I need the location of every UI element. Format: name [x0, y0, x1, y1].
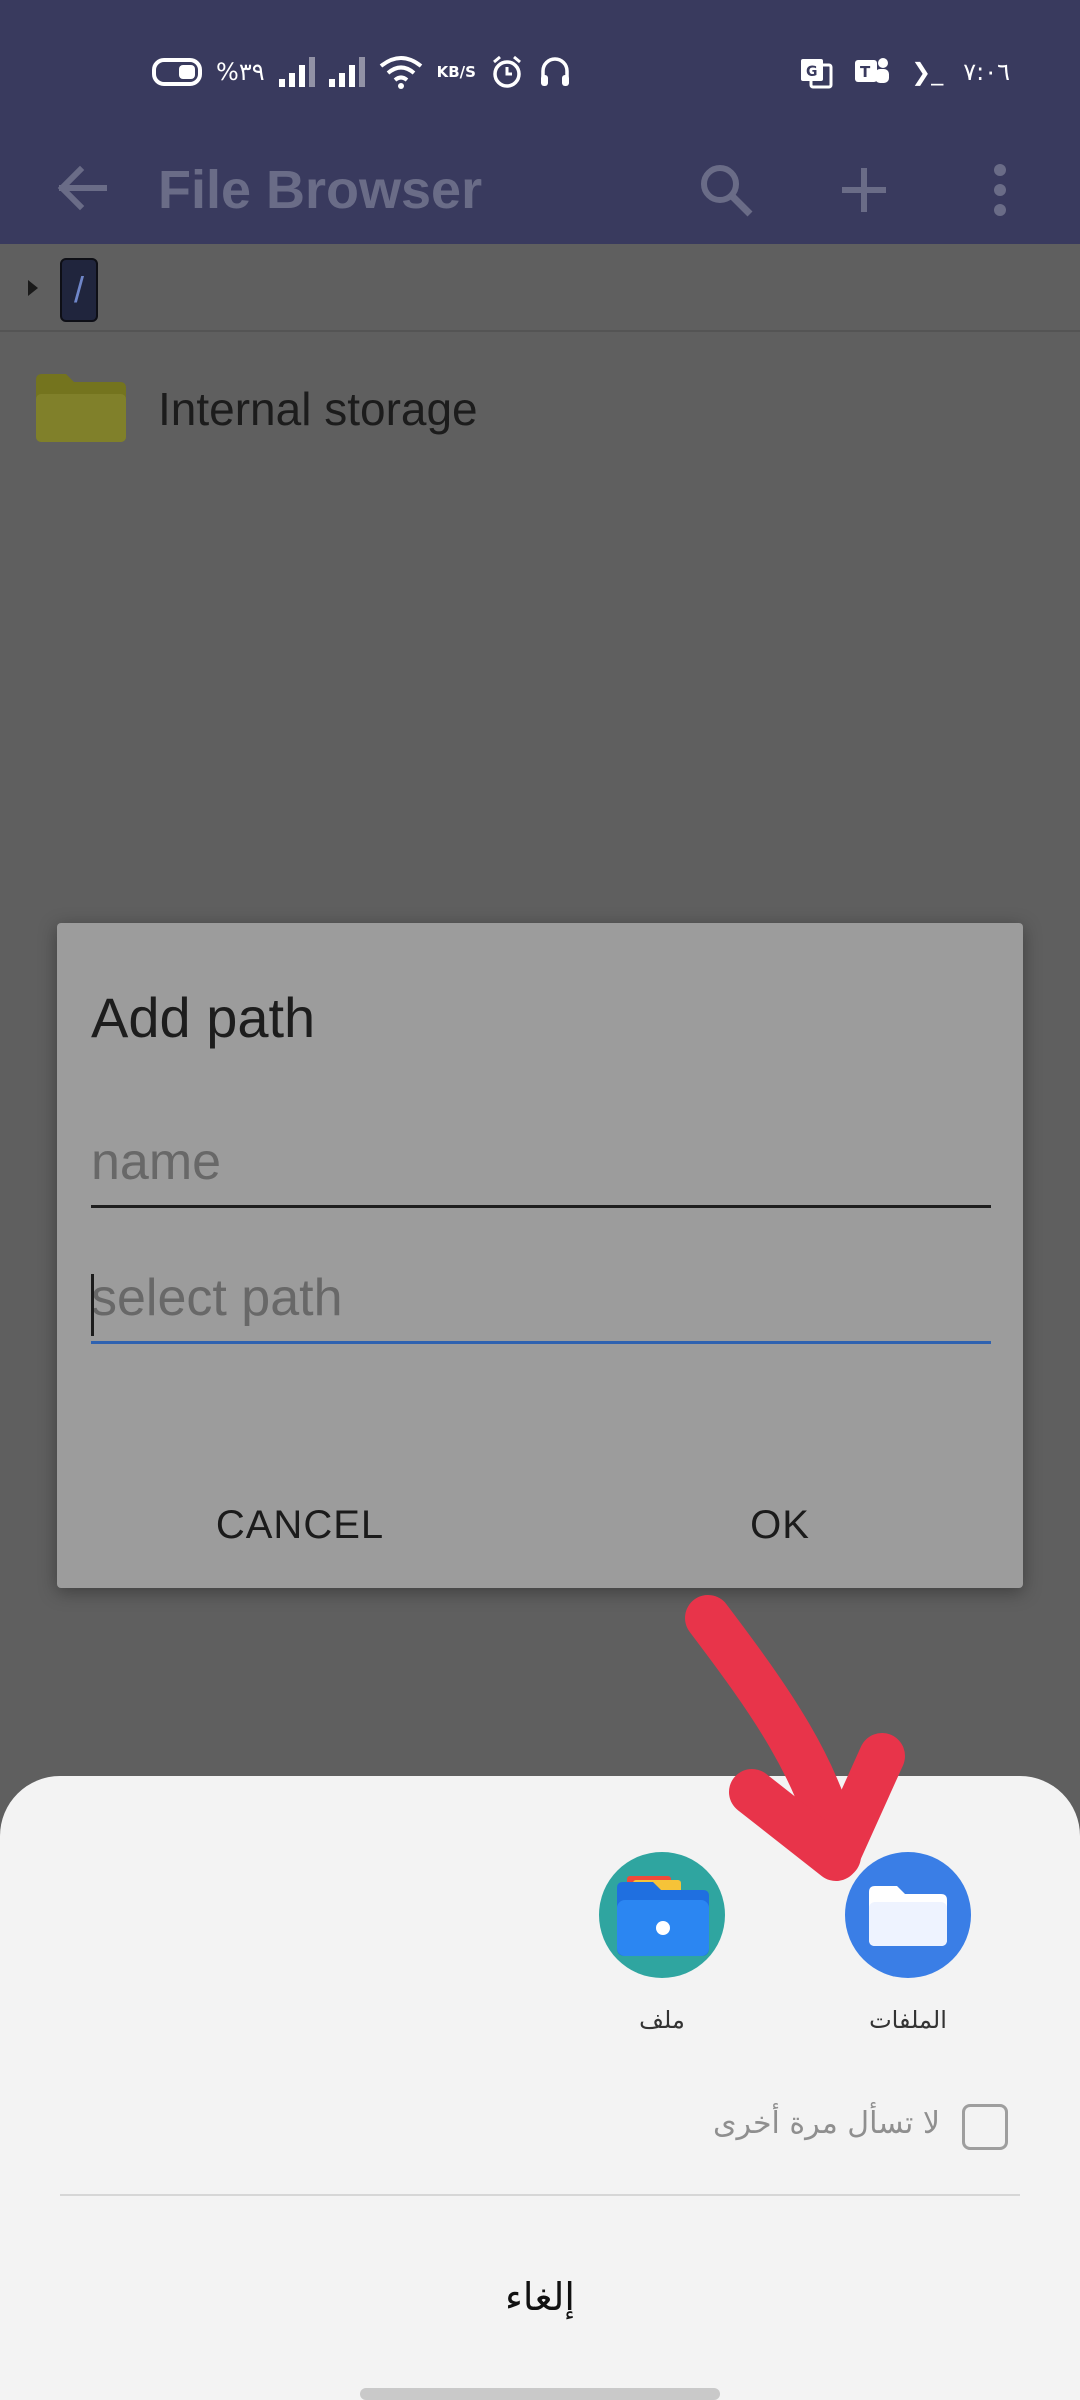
headset-icon	[538, 55, 572, 89]
battery-percent: %٣٩	[216, 58, 265, 86]
svg-text:T: T	[860, 63, 871, 81]
remember-choice-row[interactable]: لا تسأل مرة أخرى	[600, 2096, 1020, 2156]
home-indicator[interactable]	[360, 2388, 720, 2400]
path-field-container	[91, 1254, 991, 1344]
app-option-file-manager[interactable]: ملف	[562, 1852, 762, 2072]
remember-checkbox[interactable]	[962, 2104, 1008, 2150]
add-icon[interactable]	[834, 160, 894, 220]
remember-label: لا تسأل مرة أخرى	[712, 2106, 940, 2141]
file-name: Internal storage	[158, 383, 478, 435]
dialog-title: Add path	[91, 986, 316, 1049]
list-item[interactable]: Internal storage	[0, 356, 1080, 466]
folder-icon	[36, 372, 126, 442]
breadcrumb: /	[0, 244, 1080, 332]
app-chooser-sheet: الملفات ملف لا تسأل مرة أخرى إلغاء	[0, 1776, 1080, 2400]
text-cursor	[91, 1274, 94, 1336]
breadcrumb-expand-icon[interactable]	[28, 280, 38, 296]
translate-app-icon: G	[799, 55, 833, 89]
app-label: ملف	[639, 2006, 685, 2034]
dialog-cancel-button[interactable]: CANCEL	[200, 1490, 400, 1560]
signal-sim1-icon	[278, 57, 315, 87]
file-manager-app-icon	[599, 1852, 725, 1978]
data-speed: KB/S	[436, 63, 476, 81]
more-vert-icon[interactable]	[970, 160, 1030, 220]
name-input[interactable]	[91, 1118, 991, 1205]
status-bar: %٣٩ KB/S G T ❯_ ٧:٠٦	[0, 0, 1080, 136]
name-field-container	[91, 1118, 991, 1208]
wifi-icon	[379, 54, 423, 90]
breadcrumb-root[interactable]: /	[60, 258, 98, 322]
svg-text:G: G	[806, 64, 818, 80]
app-bar: File Browser	[0, 136, 1080, 244]
divider	[60, 2194, 1020, 2196]
app-label: الملفات	[869, 2006, 947, 2034]
back-arrow-icon[interactable]	[52, 158, 112, 218]
terminal-icon: ❯_	[911, 58, 944, 86]
status-time: ٧:٠٦	[963, 58, 1010, 86]
chooser-cancel-button[interactable]: إلغاء	[390, 2262, 690, 2332]
path-input[interactable]	[91, 1254, 991, 1341]
alarm-icon	[490, 55, 524, 89]
status-right-group: G T ❯_ ٧:٠٦	[799, 52, 1010, 92]
status-left-group: %٣٩ KB/S	[152, 52, 572, 92]
dialog-ok-button[interactable]: OK	[730, 1490, 830, 1560]
app-option-files[interactable]: الملفات	[808, 1852, 1008, 2072]
files-app-icon	[845, 1852, 971, 1978]
app-title: File Browser	[158, 160, 483, 220]
teams-app-icon: T	[853, 55, 891, 89]
search-icon[interactable]	[696, 160, 756, 220]
signal-sim2-icon	[328, 57, 365, 87]
battery-icon	[152, 58, 202, 86]
